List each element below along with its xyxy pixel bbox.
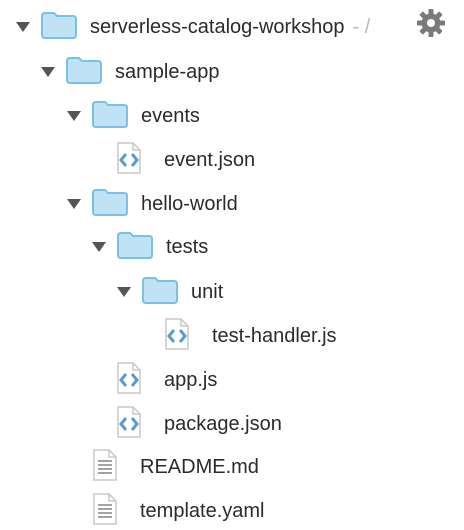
tree-item-readme-md[interactable]: README.md: [0, 448, 464, 486]
code-file-icon: [116, 141, 142, 179]
caret-down-icon[interactable]: [92, 240, 106, 254]
tree-item-events[interactable]: events: [0, 98, 464, 134]
file-tree: serverless-catalog-workshop - / sample-a…: [0, 0, 464, 530]
text-file-icon: [92, 448, 118, 486]
tree-item-label: tests: [166, 236, 209, 258]
tree-item-label: event.json: [164, 149, 256, 171]
folder-icon: [65, 55, 103, 90]
tree-item-label: README.md: [140, 456, 259, 478]
tree-item-template-yaml[interactable]: template.yaml: [0, 492, 464, 530]
tree-item-event-json[interactable]: event.json: [0, 141, 464, 179]
gear-icon[interactable]: [416, 8, 446, 38]
folder-icon: [116, 230, 154, 265]
caret-down-icon[interactable]: [67, 197, 81, 211]
code-file-icon: [116, 405, 142, 443]
tree-item-label: sample-app: [115, 61, 220, 83]
tree-item-hello-world[interactable]: hello-world: [0, 186, 464, 222]
code-file-icon: [116, 361, 142, 399]
tree-item-test-handler-js[interactable]: test-handler.js: [0, 317, 464, 355]
folder-icon: [40, 10, 78, 45]
code-file-icon: [164, 317, 190, 355]
tree-item-label: events: [141, 105, 200, 127]
tree-item-sample-app[interactable]: sample-app: [0, 54, 464, 90]
folder-icon: [91, 99, 129, 134]
caret-down-icon[interactable]: [67, 109, 81, 123]
caret-down-icon[interactable]: [16, 20, 30, 34]
tree-item-tests[interactable]: tests: [0, 229, 464, 265]
text-file-icon: [92, 492, 118, 530]
tree-item-label: package.json: [164, 413, 282, 435]
root-folder-label: serverless-catalog-workshop: [90, 16, 345, 38]
tree-item-label: app.js: [164, 369, 218, 391]
tree-item-package-json[interactable]: package.json: [0, 405, 464, 443]
tree-item-app-js[interactable]: app.js: [0, 361, 464, 399]
tree-item-label: hello-world: [141, 193, 238, 215]
folder-icon: [91, 187, 129, 222]
tree-item-label: template.yaml: [140, 500, 265, 522]
caret-down-icon[interactable]: [41, 65, 55, 79]
tree-item-label: test-handler.js: [212, 325, 337, 347]
folder-icon: [141, 275, 179, 310]
root-path-suffix: - /: [352, 15, 371, 38]
tree-item-unit[interactable]: unit: [0, 274, 464, 310]
tree-root-row[interactable]: serverless-catalog-workshop - /: [0, 9, 464, 45]
caret-down-icon[interactable]: [117, 285, 131, 299]
tree-item-label: unit: [191, 281, 224, 303]
